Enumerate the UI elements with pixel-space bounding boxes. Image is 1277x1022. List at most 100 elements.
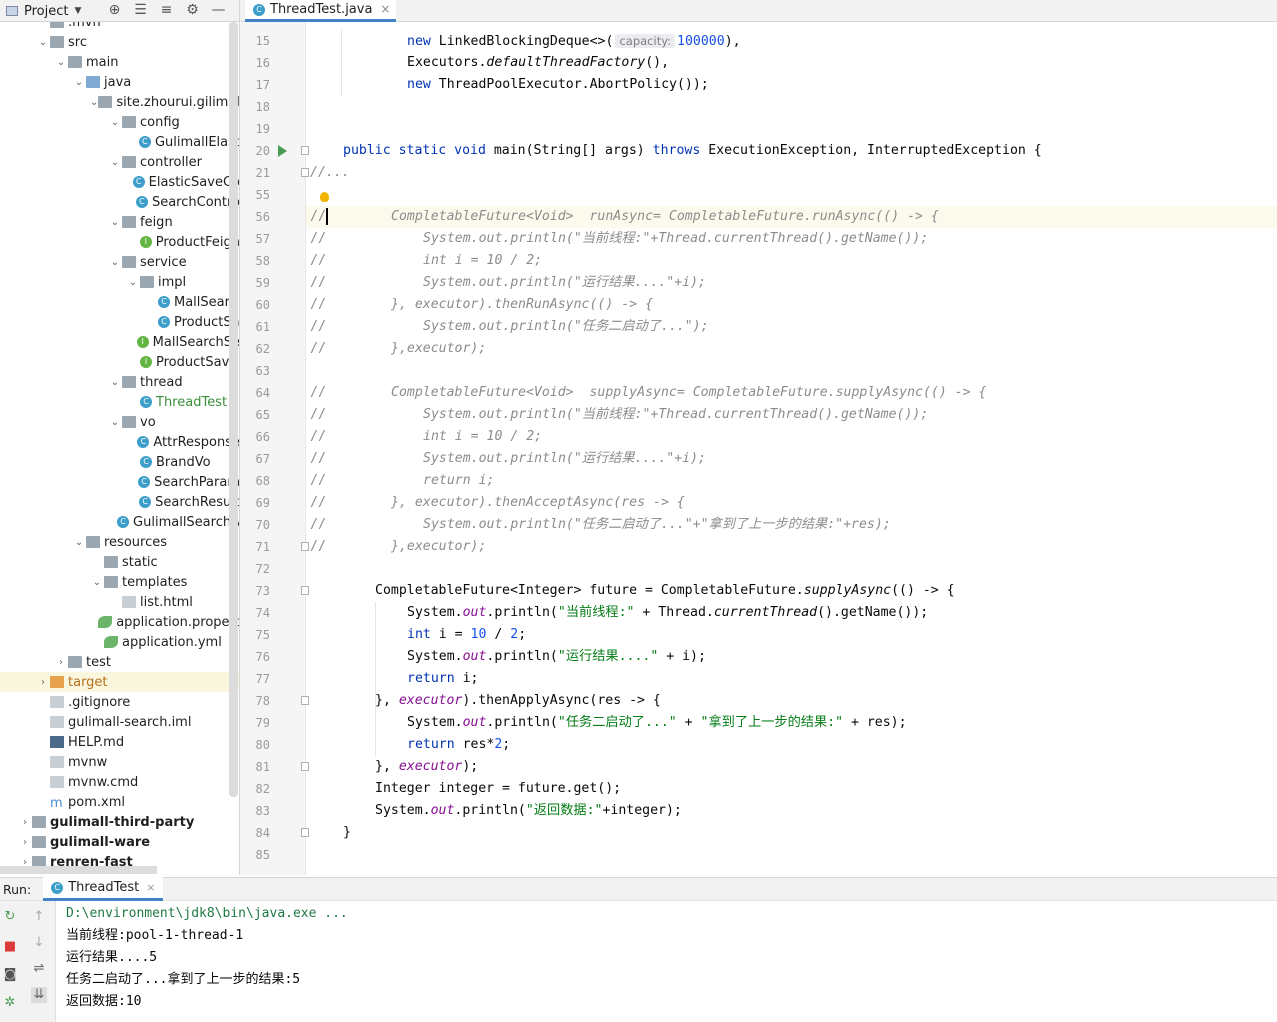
tree-item[interactable]: C ThreadTest [0, 392, 239, 412]
comment-marker: // [310, 209, 326, 224]
lightbulb-icon[interactable] [320, 192, 329, 202]
tree-item[interactable]: › test [0, 652, 239, 672]
tree-item[interactable]: I ProductFeign [0, 232, 239, 252]
chevron-down-icon[interactable]: ⌄ [126, 277, 140, 288]
chevron-down-icon[interactable]: ⌄ [90, 577, 104, 588]
console-output[interactable]: D:\environment\jdk8\bin\java.exe ... 当前线程… [66, 903, 348, 1013]
tree-item[interactable]: .gitignore [0, 692, 239, 712]
chevron-down-icon[interactable]: ⌄ [72, 77, 86, 88]
camera-icon[interactable]: ◙ [2, 967, 18, 983]
run-gutter-icon[interactable] [278, 145, 287, 157]
rerun-icon[interactable]: ↻ [2, 909, 18, 925]
soft-wrap-icon[interactable]: ⇌ [31, 961, 47, 977]
tree-item[interactable]: ⌄ impl [0, 272, 239, 292]
chevron-down-icon[interactable]: ⌄ [108, 217, 122, 228]
chevron-down-icon[interactable]: ⌄ [72, 537, 86, 548]
chevron-down-icon[interactable]: ⌄ [90, 97, 98, 108]
tree-item[interactable]: ⌄ main [0, 52, 239, 72]
fold-marker[interactable] [301, 828, 309, 837]
code-line-64: // CompletableFuture<Void> supplyAsync= C… [310, 382, 986, 404]
tree-horizontal-scrollbar[interactable] [0, 866, 157, 874]
tree-item[interactable]: › gulimall-third-party [0, 812, 239, 832]
tree-item[interactable]: C GulimallElast [0, 132, 239, 152]
chevron-right-icon[interactable]: › [36, 677, 50, 688]
tree-item[interactable]: list.html [0, 592, 239, 612]
tree-item[interactable]: C SearchParam [0, 472, 239, 492]
chevron-right-icon[interactable]: › [18, 817, 32, 828]
tree-item-label: static [122, 554, 158, 570]
tree-item[interactable]: .mvn [0, 22, 239, 32]
chevron-down-icon[interactable]: ⌄ [108, 257, 122, 268]
tree-item[interactable]: C GulimallSearchA [0, 512, 239, 532]
tree-item[interactable]: ⌄ src [0, 32, 239, 52]
tree-item[interactable]: I MallSearchSe [0, 332, 239, 352]
line-number: 71 [255, 540, 270, 554]
tree-item[interactable]: C MallSearc [0, 292, 239, 312]
fold-marker[interactable] [301, 146, 309, 155]
code-token: public static void [343, 143, 486, 158]
fold-marker[interactable] [301, 762, 309, 771]
comment-marker: // [310, 429, 326, 444]
chevron-down-icon[interactable]: ⌄ [108, 117, 122, 128]
fold-marker[interactable] [301, 542, 309, 551]
tree-item[interactable]: C AttrResponse [0, 432, 239, 452]
tree-vertical-scrollbar[interactable] [229, 22, 238, 797]
chevron-down-icon[interactable]: ⌄ [108, 377, 122, 388]
chevron-down-icon[interactable]: ⌄ [54, 57, 68, 68]
tree-item[interactable]: ⌄ resources [0, 532, 239, 552]
tree-item[interactable]: mvnw.cmd [0, 772, 239, 792]
tree-item[interactable]: C SearchContro [0, 192, 239, 212]
tree-item[interactable]: mvnw [0, 752, 239, 772]
collapse-all-icon[interactable]: ≡ [158, 2, 175, 19]
tree-item[interactable]: C ProductSa [0, 312, 239, 332]
fold-marker[interactable] [301, 586, 309, 595]
expand-all-icon[interactable]: ☰ [132, 2, 149, 19]
tree-item[interactable]: HELP.md [0, 732, 239, 752]
tree-item[interactable]: static [0, 552, 239, 572]
tree-item[interactable]: m pom.xml [0, 792, 239, 812]
stop-icon[interactable]: ■ [2, 939, 18, 955]
tree-item[interactable]: ⌄ templates [0, 572, 239, 592]
fold-marker[interactable] [301, 168, 309, 177]
chevron-right-icon[interactable]: › [54, 657, 68, 668]
fold-marker[interactable] [301, 696, 309, 705]
tree-item[interactable]: ⌄ thread [0, 372, 239, 392]
tree-item[interactable]: application.yml [0, 632, 239, 652]
folder-icon [122, 116, 136, 128]
line-number: 61 [255, 320, 270, 334]
tree-item[interactable]: ⌄ site.zhourui.gilimall [0, 92, 239, 112]
arrow-up-icon[interactable]: ↑ [31, 909, 47, 925]
tree-item[interactable]: ⌄ java [0, 72, 239, 92]
tree-item[interactable]: › target [0, 672, 239, 692]
locate-icon[interactable]: ⊕ [106, 2, 123, 19]
editor-tab-threadtest[interactable]: C ThreadTest.java × [245, 0, 397, 22]
tree-item[interactable]: C ElasticSaveCo [0, 172, 239, 192]
tree-item[interactable]: ⌄ controller [0, 152, 239, 172]
scroll-to-end-icon[interactable]: ⇊ [31, 987, 47, 1003]
tree-item[interactable]: › gulimall-ware [0, 832, 239, 852]
chevron-down-icon[interactable]: ⌄ [108, 417, 122, 428]
tree-item[interactable]: application.propert [0, 612, 239, 632]
tree-item[interactable]: ⌄ config [0, 112, 239, 132]
tree-item[interactable]: ⌄ service [0, 252, 239, 272]
chevron-down-icon[interactable]: ⌄ [108, 157, 122, 168]
line-number: 70 [255, 518, 270, 532]
chevron-down-icon[interactable]: ⌄ [36, 37, 50, 48]
tree-item[interactable]: gulimall-search.iml [0, 712, 239, 732]
tree-item[interactable]: C SearchResult [0, 492, 239, 512]
arrow-down-icon[interactable]: ↓ [31, 935, 47, 951]
tree-item[interactable]: I ProductSave [0, 352, 239, 372]
close-icon[interactable]: × [146, 881, 155, 894]
gear-icon[interactable]: ⚙ [184, 2, 201, 19]
run-tab-threadtest[interactable]: C ThreadTest × [43, 877, 164, 901]
tree-item[interactable]: ⌄ vo [0, 412, 239, 432]
code-token: System. [407, 605, 463, 620]
chevron-right-icon[interactable]: › [18, 837, 32, 848]
code-token: ThreadPoolExecutor.AbortPolicy()); [430, 77, 709, 92]
settings-run-icon[interactable]: ✲ [2, 995, 18, 1011]
hide-icon[interactable]: — [210, 2, 227, 19]
tree-item[interactable]: ⌄ feign [0, 212, 239, 232]
tree-item[interactable]: C BrandVo [0, 452, 239, 472]
close-icon[interactable]: × [380, 2, 390, 16]
class-icon: C [135, 196, 148, 208]
